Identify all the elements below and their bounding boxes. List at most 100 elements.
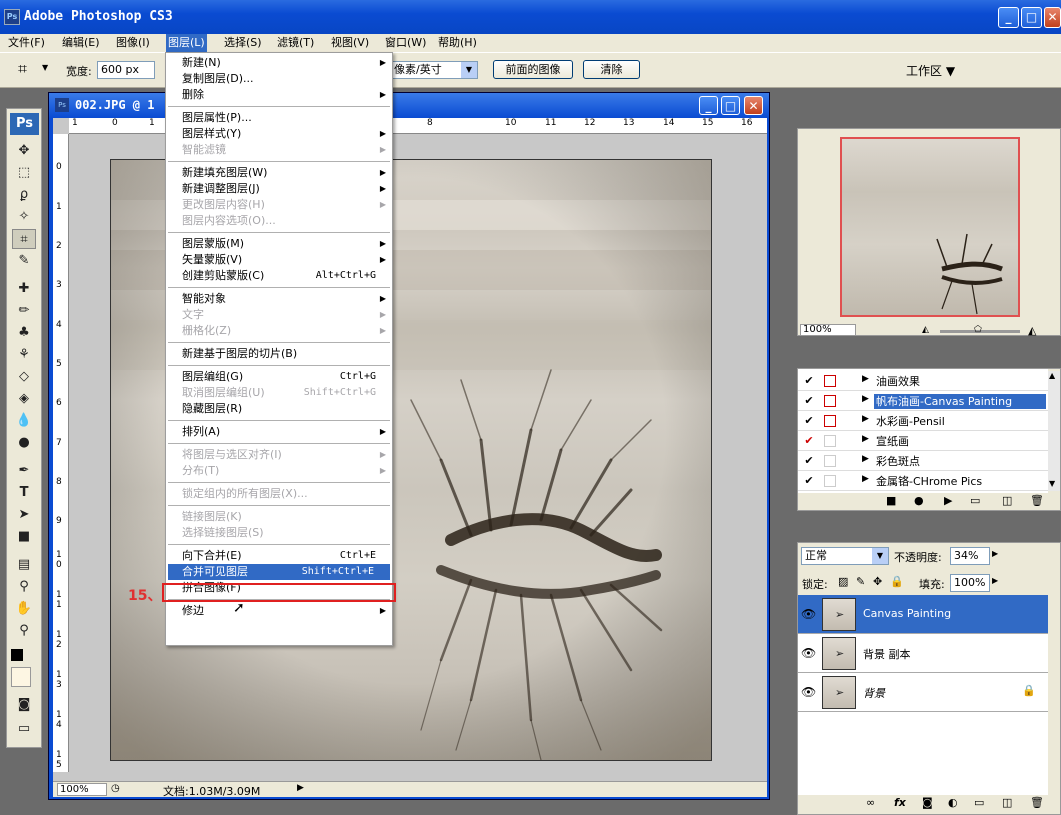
layer-menu-item[interactable]: 图层样式(Y) ▶ bbox=[182, 126, 392, 142]
lock-position-icon[interactable]: ✥ bbox=[873, 575, 882, 588]
layer-menu-item[interactable]: 新建(N) ▶ bbox=[182, 55, 392, 71]
layer-name[interactable]: 背景 bbox=[863, 685, 885, 701]
record-icon[interactable]: ● bbox=[914, 494, 924, 507]
background-color-swatch[interactable] bbox=[11, 667, 31, 687]
dialog-toggle-icon[interactable] bbox=[824, 435, 836, 447]
stop-icon[interactable]: ■ bbox=[886, 494, 896, 507]
maximize-button[interactable]: □ bbox=[1021, 7, 1042, 28]
slice-tool-icon[interactable]: ✎ bbox=[12, 251, 36, 271]
workspace-button[interactable]: 工作区 ▼ bbox=[906, 62, 955, 79]
resolution-unit-select[interactable]: 像素/英寸 ▼ bbox=[390, 61, 478, 79]
trash-icon[interactable]: 🗑 bbox=[1030, 494, 1044, 507]
action-row[interactable]: ✔ ▶ 彩色斑点 bbox=[798, 451, 1048, 471]
layer-row[interactable]: 👁 ➢ 背景 🔒 bbox=[798, 673, 1048, 712]
marquee-tool-icon[interactable]: ⬚ bbox=[12, 163, 36, 183]
width-field[interactable]: 600 px bbox=[97, 61, 155, 79]
hand-tool-icon[interactable]: ✋ bbox=[12, 599, 36, 619]
scroll-up-icon[interactable]: ▲ bbox=[1049, 371, 1055, 380]
paint-bucket-icon[interactable]: ◈ bbox=[12, 389, 36, 409]
opacity-arrow-icon[interactable]: ▶ bbox=[992, 549, 998, 558]
layer-menu-item[interactable]: 排列(A) ▶ bbox=[182, 424, 392, 440]
layer-menu-item[interactable]: 隐藏图层(R) bbox=[182, 401, 392, 417]
layer-menu-item[interactable]: 修边 ▶ bbox=[182, 603, 392, 619]
zoom-tool-icon[interactable]: ⚲ bbox=[12, 621, 36, 641]
pen-tool-icon[interactable]: ✒ bbox=[12, 461, 36, 481]
new-layer-icon[interactable]: ◫ bbox=[1002, 796, 1012, 809]
expand-arrow-icon[interactable]: ▶ bbox=[862, 414, 869, 424]
visibility-eye-icon[interactable]: 👁 bbox=[801, 607, 816, 621]
clone-stamp-icon[interactable]: ♣ bbox=[12, 323, 36, 343]
layer-menu-item[interactable]: 创建剪贴蒙版(C) Alt+Ctrl+G bbox=[182, 268, 392, 284]
blend-mode-select[interactable]: 正常 ▼ bbox=[801, 547, 889, 565]
layer-menu-item[interactable]: 智能对象 ▶ bbox=[182, 291, 392, 307]
fill-arrow-icon[interactable]: ▶ bbox=[992, 576, 998, 585]
layer-row[interactable]: 👁 ➢ 背景 副本 bbox=[798, 634, 1048, 673]
dialog-toggle-icon[interactable] bbox=[824, 395, 836, 407]
history-brush-icon[interactable]: ⚘ bbox=[12, 345, 36, 365]
zoom-out-icon[interactable]: ◭ bbox=[922, 325, 929, 335]
menu-image[interactable]: 图像(I) bbox=[114, 34, 152, 52]
doc-minimize-button[interactable]: _ bbox=[699, 96, 718, 115]
action-row[interactable]: ✔ ▶ 帆布油画-Canvas Painting bbox=[798, 391, 1048, 411]
close-button[interactable]: ✕ bbox=[1044, 7, 1061, 28]
layer-name[interactable]: 背景 副本 bbox=[863, 646, 911, 662]
magic-wand-tool-icon[interactable]: ✧ bbox=[12, 207, 36, 227]
shape-tool-icon[interactable]: ■ bbox=[12, 527, 36, 547]
action-toggle-checkbox[interactable]: ✔ bbox=[803, 475, 815, 487]
new-action-icon[interactable]: ◫ bbox=[1002, 494, 1012, 507]
minimize-button[interactable]: _ bbox=[998, 7, 1019, 28]
doc-close-button[interactable]: ✕ bbox=[744, 96, 763, 115]
expand-arrow-icon[interactable]: ▶ bbox=[862, 434, 869, 444]
healing-brush-icon[interactable]: ✚ bbox=[12, 279, 36, 299]
path-selection-icon[interactable]: ➤ bbox=[12, 505, 36, 525]
layer-menu-item[interactable]: 删除 ▶ bbox=[182, 87, 392, 103]
expand-arrow-icon[interactable]: ▶ bbox=[862, 474, 869, 484]
expand-arrow-icon[interactable]: ▶ bbox=[862, 374, 869, 384]
action-row[interactable]: ✔ ▶ 宣纸画 bbox=[798, 431, 1048, 451]
action-toggle-checkbox[interactable]: ✔ bbox=[803, 395, 815, 407]
visibility-eye-icon[interactable]: 👁 bbox=[801, 646, 816, 660]
layer-mask-icon[interactable]: ◙ bbox=[922, 796, 933, 809]
zoom-slider-thumb-icon[interactable]: ⬠ bbox=[974, 325, 982, 335]
zoom-in-icon[interactable]: ◭ bbox=[1028, 324, 1036, 337]
brush-tool-icon[interactable]: ✏ bbox=[12, 301, 36, 321]
eraser-tool-icon[interactable]: ◇ bbox=[12, 367, 36, 387]
visibility-eye-icon[interactable]: 👁 bbox=[801, 685, 816, 699]
action-toggle-checkbox[interactable]: ✔ bbox=[803, 375, 815, 387]
chevron-down-icon[interactable]: ▼ bbox=[461, 62, 477, 78]
photoshop-badge[interactable]: Ps bbox=[10, 113, 39, 135]
action-row[interactable]: ✔ ▶ 油画效果 bbox=[798, 371, 1048, 391]
screen-mode-icon[interactable]: ▭ bbox=[12, 719, 36, 739]
clear-button[interactable]: 清除 bbox=[583, 60, 640, 79]
notes-tool-icon[interactable]: ▤ bbox=[12, 555, 36, 575]
dialog-toggle-icon[interactable] bbox=[824, 375, 836, 387]
layer-menu-item[interactable]: 图层蒙版(M) ▶ bbox=[182, 236, 392, 252]
layer-menu-item[interactable]: 新建填充图层(W) ▶ bbox=[182, 165, 392, 181]
dialog-toggle-icon[interactable] bbox=[824, 475, 836, 487]
crop-tool-icon[interactable]: ⌗ bbox=[12, 229, 36, 249]
dialog-toggle-icon[interactable] bbox=[824, 455, 836, 467]
expand-arrow-icon[interactable]: ▶ bbox=[862, 394, 869, 404]
document-title-bar[interactable]: Ps 002.JPG @ 1 _ □ ✕ bbox=[49, 93, 769, 118]
scroll-down-icon[interactable]: ▼ bbox=[1049, 479, 1055, 488]
menu-help[interactable]: 帮助(H) bbox=[436, 34, 479, 52]
link-layers-icon[interactable]: ∞ bbox=[866, 796, 875, 809]
layer-name[interactable]: Canvas Painting bbox=[863, 607, 951, 620]
navigator-preview[interactable] bbox=[840, 137, 1020, 317]
layer-menu-item[interactable]: 图层属性(P)... bbox=[182, 110, 392, 126]
lasso-tool-icon[interactable]: ϼ bbox=[12, 185, 36, 205]
eyedropper-tool-icon[interactable]: ⚲ bbox=[12, 577, 36, 597]
foreground-color-swatch[interactable] bbox=[11, 649, 23, 661]
layer-menu-item[interactable]: 矢量蒙版(V) ▶ bbox=[182, 252, 392, 268]
actions-scrollbar[interactable]: ▲ ▼ bbox=[1048, 371, 1060, 491]
chevron-down-icon[interactable]: ▼ bbox=[872, 548, 888, 564]
menu-edit[interactable]: 编辑(E) bbox=[60, 34, 102, 52]
delete-layer-icon[interactable]: 🗑 bbox=[1030, 796, 1044, 809]
zoom-field[interactable]: 100% bbox=[57, 783, 107, 796]
navigator-zoom-field[interactable]: 100% bbox=[800, 324, 856, 336]
menu-file[interactable]: 文件(F) bbox=[6, 34, 47, 52]
move-tool-icon[interactable]: ✥ bbox=[12, 141, 36, 161]
lock-pixels-icon[interactable]: ✎ bbox=[856, 575, 865, 588]
quick-mask-icon[interactable]: ◙ bbox=[12, 695, 36, 715]
layer-style-icon[interactable]: fx bbox=[894, 796, 906, 809]
